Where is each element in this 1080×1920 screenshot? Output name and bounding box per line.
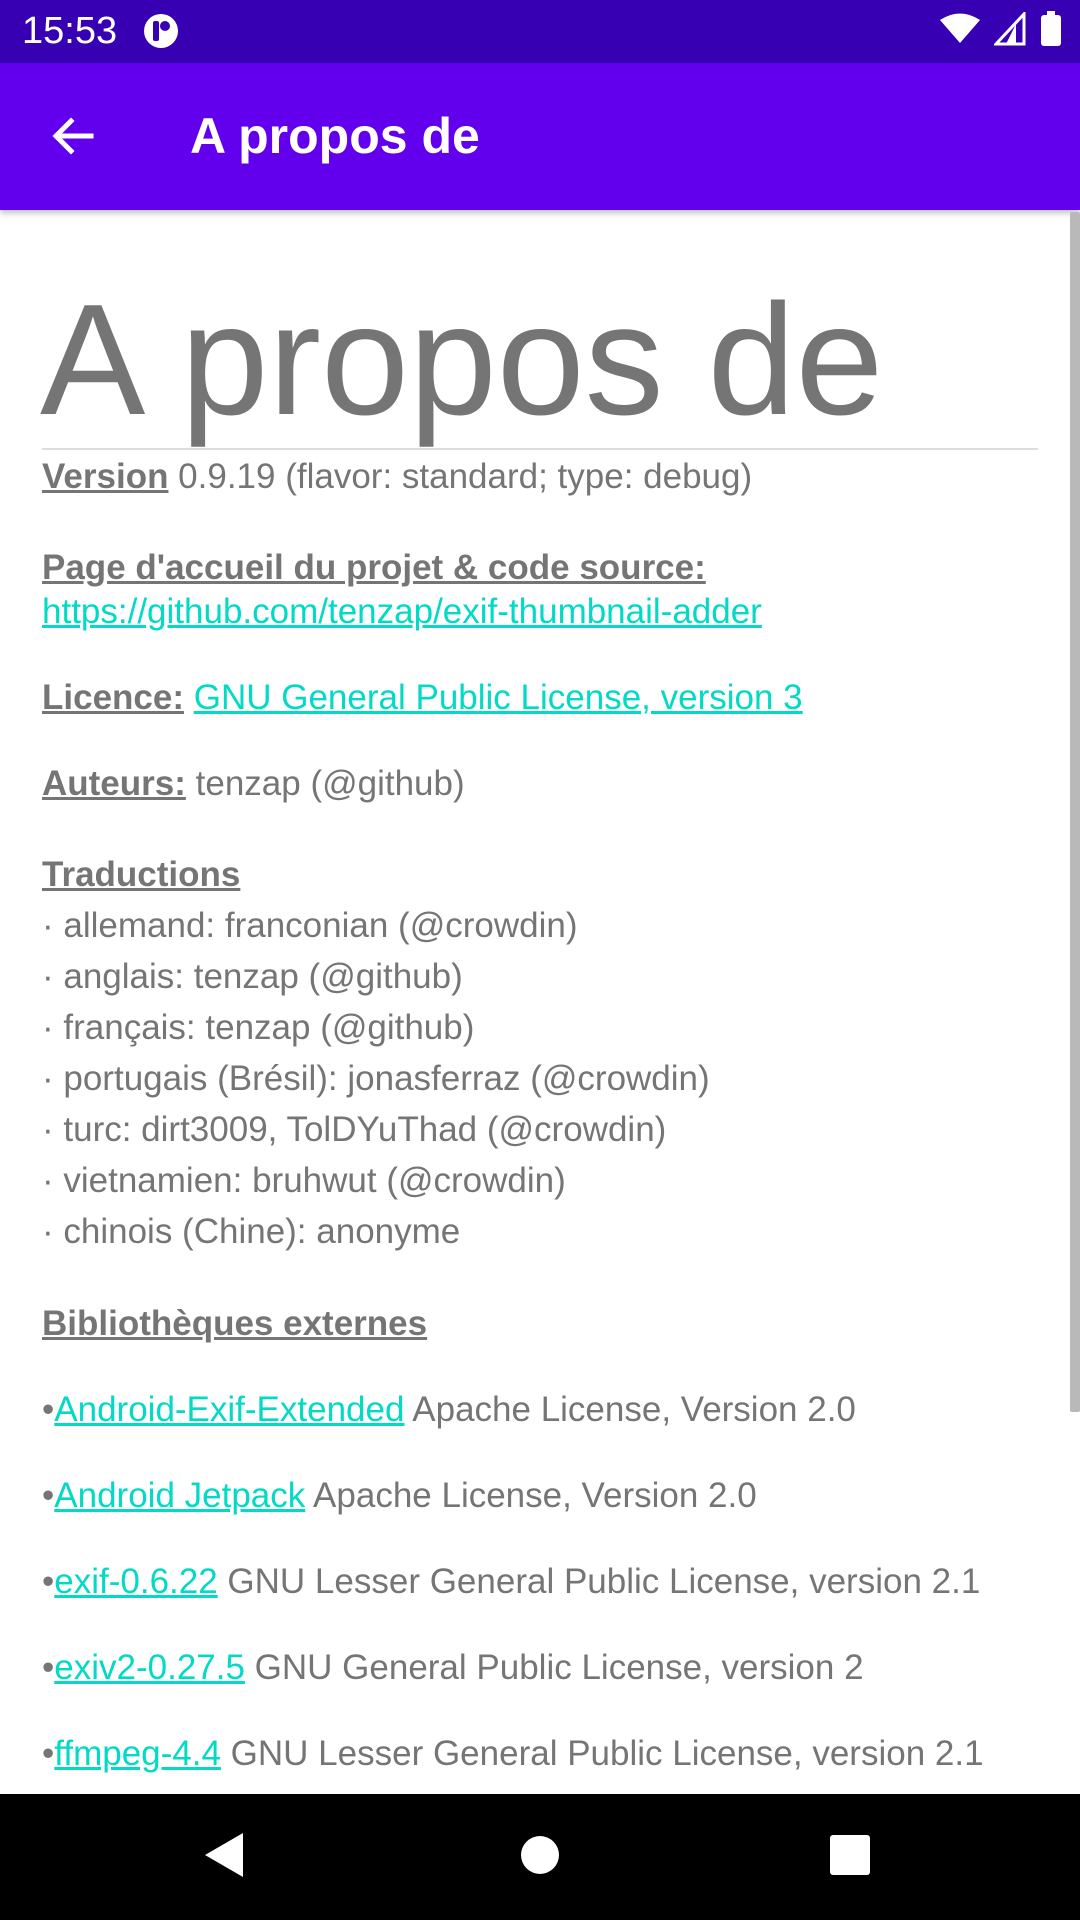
bullet: • [42,1648,55,1687]
status-icons [940,9,1062,52]
homepage-label-text: Page d'accueil du projet & code source: [42,548,706,587]
version-value: 0.9.19 (flavor: standard; type: debug) [168,457,753,496]
license-row: Licence: GNU General Public License, ver… [42,676,803,720]
status-bar: 15:53 [0,0,1080,63]
library-link[interactable]: ffmpeg-4.4 [54,1734,221,1773]
scrollbar[interactable] [1070,212,1080,1412]
library-item: •ffmpeg-4.4 GNU Lesser General Public Li… [42,1732,984,1776]
bullet: • [42,1562,55,1601]
nav-back-icon [203,1831,247,1884]
library-license: GNU General Public License, version 2 [244,1648,864,1687]
about-content[interactable]: A propos de Version 0.9.19 (flavor: stan… [0,210,1080,1794]
bullet: • [42,1476,55,1515]
license-label: Licence: [42,678,184,717]
bullet: • [42,1390,55,1429]
library-link[interactable]: Android Jetpack [54,1476,305,1515]
library-item: •exif-0.6.22 GNU Lesser General Public L… [42,1560,980,1604]
nav-home-button[interactable] [510,1827,570,1887]
translations-label: Traductions [42,853,240,897]
translation-item: · turc: dirt3009, TolDYuThad (@crowdin) [42,1110,667,1149]
authors-row: Auteurs: tenzap (@github) [42,762,465,806]
status-time: 15:53 [22,10,118,52]
navigation-bar [0,1794,1080,1920]
version-row: Version 0.9.19 (flavor: standard; type: … [42,455,752,499]
library-item: •Android-Exif-Extended Apache License, V… [42,1388,856,1432]
library-item: •exiv2-0.27.5 GNU General Public License… [42,1646,864,1690]
nav-back-button[interactable] [195,1827,255,1887]
library-item: •Android Jetpack Apache License, Version… [42,1474,757,1518]
libraries-label-text: Bibliothèques externes [42,1304,428,1343]
homepage-row: https://github.com/tenzap/exif-thumbnail… [42,590,762,634]
translation-item: · portugais (Brésil): jonasferraz (@crow… [42,1059,710,1098]
translation-item: · anglais: tenzap (@github) [42,957,463,996]
homepage-label: Page d'accueil du projet & code source: [42,546,706,590]
app-bar: A propos de [0,63,1080,210]
translation-item: · français: tenzap (@github) [42,1008,475,1047]
version-label: Version [42,457,169,496]
bullet: • [42,1734,55,1773]
library-license: GNU Lesser General Public License, versi… [220,1734,984,1773]
translation-item: · vietnamien: bruhwut (@crowdin) [42,1161,566,1200]
nav-home-icon [520,1835,560,1880]
homepage-link[interactable]: https://github.com/tenzap/exif-thumbnail… [42,592,762,631]
page-title: A propos de [40,272,884,448]
library-license: Apache License, Version 2.0 [305,1476,757,1515]
app-bar-title: A propos de [190,108,480,164]
translation-item: · allemand: franconian (@crowdin) [42,906,578,945]
authors-label: Auteurs: [42,764,186,803]
library-license: GNU Lesser General Public License, versi… [217,1562,981,1601]
library-link[interactable]: Android-Exif-Extended [54,1390,404,1429]
battery-icon [1040,10,1062,52]
wifi-icon [940,13,980,50]
title-divider [42,448,1038,450]
nav-recents-icon [830,1834,870,1880]
nav-recents-button[interactable] [820,1827,880,1887]
license-link[interactable]: GNU General Public License, version 3 [194,678,803,717]
libraries-label: Bibliothèques externes [42,1302,427,1346]
library-link[interactable]: exif-0.6.22 [54,1562,217,1601]
translations-label-text: Traductions [42,855,241,894]
signal-icon [992,9,1026,51]
app-notification-icon [142,12,180,50]
library-license: Apache License, Version 2.0 [404,1390,856,1429]
back-button[interactable] [38,103,108,173]
translation-item: · chinois (Chine): anonyme [42,1212,461,1251]
library-link[interactable]: exiv2-0.27.5 [54,1648,245,1687]
authors-value: tenzap (@github) [185,764,465,803]
arrow-back-icon [49,112,97,165]
